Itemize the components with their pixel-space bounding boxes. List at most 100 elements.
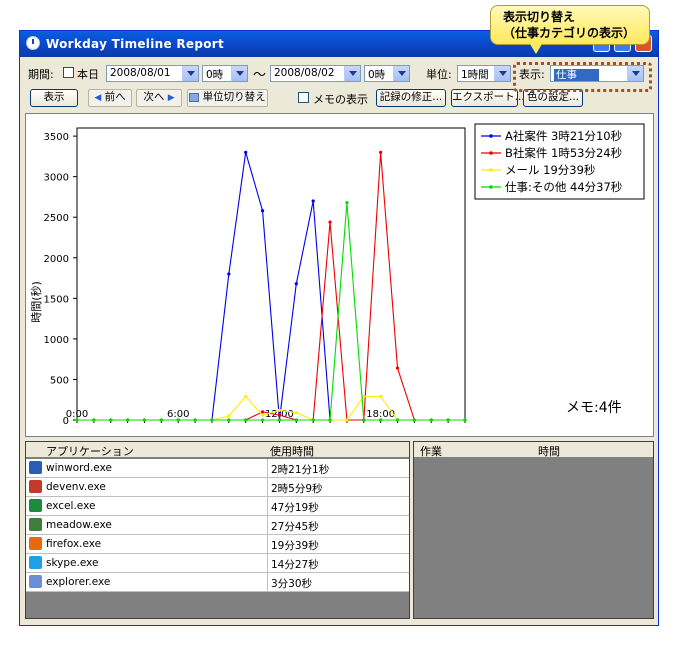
data-point [294,282,298,286]
data-point [227,418,231,422]
table-row[interactable]: explorer.exe 3分30秒 [26,573,409,592]
app-time: 2時21分1秒 [271,464,330,476]
table-row[interactable]: devenv.exe 2時5分9秒 [26,478,409,497]
end-date-picker[interactable]: 2008/08/02 [270,65,361,82]
legend-label: メール 19分39秒 [505,163,595,177]
column-separator [267,478,268,497]
legend-label: 仕事:その他 44分37秒 [505,180,622,194]
switch-icon [189,92,200,102]
table-row[interactable]: meadow.exe 27分45秒 [26,516,409,535]
chevron-down-icon[interactable] [231,66,247,81]
column-separator [267,497,268,516]
app-time: 19分39秒 [271,540,319,552]
app-time: 47分19秒 [271,502,319,514]
word-icon [29,461,42,474]
data-point [260,418,265,422]
time-column-header[interactable]: 使用時間 [270,443,314,459]
table-row[interactable]: skype.exe 14分27秒 [26,554,409,573]
series-line-0 [77,152,465,421]
callout-line-1: 表示切り替え [503,10,576,24]
plot-frame [76,127,466,421]
explorer-icon [29,575,42,588]
y-axis-label: 時間(秒) [29,281,43,323]
app-column-header[interactable]: アプリケーション [46,443,134,459]
data-point [362,394,366,399]
data-point [227,414,231,418]
memo-toggle-label: メモの表示 [313,93,368,106]
data-point [244,150,248,154]
today-checkbox[interactable] [63,67,74,78]
next-button[interactable]: 次へ ▶ [136,89,182,107]
legend-label: B社案件 1時53分24秒 [505,146,622,160]
y-tick-label: 1500 [44,294,69,305]
unit-switch-button[interactable]: 単位切り替え [187,89,268,107]
range-separator: 〜 [253,68,267,83]
task-column-header[interactable]: 作業 [420,443,442,459]
edit-records-button[interactable]: 記録の修正... [376,89,446,107]
excel-icon [29,499,42,512]
app-time: 27分45秒 [271,521,319,533]
data-point [159,418,163,422]
data-point [260,209,265,213]
arrow-left-icon: ◀ [94,93,102,103]
data-point [227,272,231,276]
task-list-header: 作業 時間 [414,442,653,458]
data-point [260,410,265,414]
data-point [277,408,282,412]
data-point [379,394,383,399]
column-separator [267,554,268,573]
data-point [294,411,298,415]
app-time: 14分27秒 [271,559,319,571]
prev-button[interactable]: ◀ 前へ [88,89,132,107]
window-title: Workday Timeline Report [46,37,225,51]
show-button[interactable]: 表示 [30,89,78,107]
highlight-frame [513,62,652,92]
data-point [193,418,197,422]
table-row[interactable]: firefox.exe 19分39秒 [26,535,409,554]
data-point [142,418,147,422]
end-hour-select[interactable]: 0時 [364,65,410,82]
end-hour-value: 0時 [368,69,386,81]
column-separator [267,516,268,535]
app-name: meadow.exe [46,519,112,531]
chevron-down-icon[interactable] [494,66,510,81]
task-list: 作業 時間 [413,441,654,619]
app-name: explorer.exe [46,576,111,588]
column-separator [267,535,268,554]
data-point [395,366,400,370]
data-point [92,418,96,422]
table-row[interactable]: winword.exe 2時21分1秒 [26,459,409,478]
callout-line-2: （仕事カテゴリの表示） [503,26,636,40]
unit-switch-label: 単位切り替え [202,91,266,103]
task-time-column-header[interactable]: 時間 [538,443,560,459]
visual-studio-icon [29,480,42,493]
unit-select[interactable]: 1時間 [457,65,511,82]
arrow-right-icon: ▶ [167,93,175,103]
start-date-value: 2008/08/01 [110,67,171,79]
chevron-down-icon[interactable] [182,66,198,81]
data-point [210,418,214,422]
data-point [463,418,467,422]
app-name: firefox.exe [46,538,102,550]
export-button[interactable]: エクスポート... [451,89,525,107]
y-tick-label: 1000 [44,335,69,346]
next-button-label: 次へ [143,91,165,103]
data-point [412,418,416,422]
data-point [294,418,298,422]
unit-label: 単位: [426,68,452,81]
meadow-icon [29,518,42,531]
app-time: 2時5分9秒 [271,483,323,495]
start-hour-select[interactable]: 0時 [202,65,248,82]
data-point [176,418,180,422]
legend-label: A社案件 3時21分10秒 [505,129,622,143]
table-row[interactable]: excel.exe 47分19秒 [26,497,409,516]
chart-panel: 05001000150020002500300035000:006:0012:0… [25,113,654,437]
x-tick-label: 6:00 [167,409,189,420]
start-date-picker[interactable]: 2008/08/01 [106,65,199,82]
memo-checkbox[interactable] [298,92,309,103]
chevron-down-icon[interactable] [393,66,409,81]
column-separator [267,573,268,592]
today-label: 本日 [77,68,99,81]
data-point [429,418,433,422]
chevron-down-icon[interactable] [344,66,360,81]
